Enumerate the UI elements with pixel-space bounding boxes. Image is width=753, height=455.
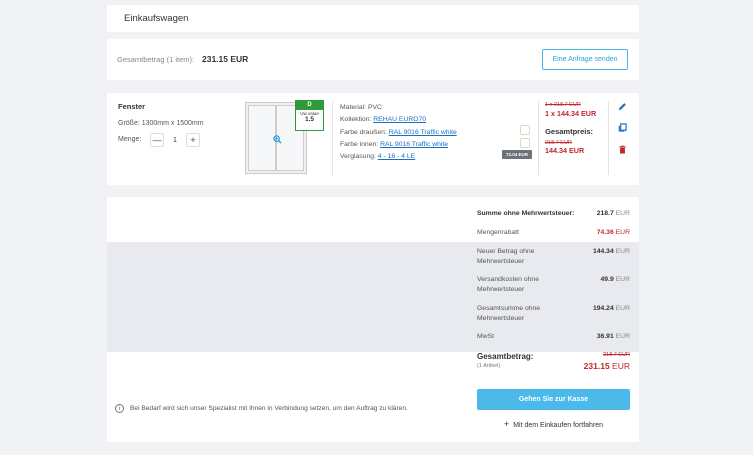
edit-icon[interactable]: [616, 100, 628, 112]
quantity-value[interactable]: 1: [173, 137, 177, 144]
summary-row: Summe ohne Mehrwertsteuer: 218.7 EUR: [477, 210, 630, 217]
page-title: Einkaufswagen: [124, 13, 189, 24]
spec-glazing: Verglasung: 4 - 16 - 4 LE: [340, 153, 416, 161]
grand-total-value: 231.15 EUR: [583, 361, 630, 371]
option-checkbox[interactable]: [520, 125, 530, 135]
item-size: Größe: 1300mm x 1500mm: [118, 120, 204, 127]
grand-total-subtitle: (1 Artikel): [477, 363, 501, 369]
item-specs: Material: PVC Kollektion: REHAU EURO70 F…: [340, 102, 457, 163]
continue-shopping-link[interactable]: + Mit dem Einkaufen fortfahren: [477, 419, 630, 429]
order-summary: Summe ohne Mehrwertsteuer: 218.7 EUR Men…: [107, 197, 639, 442]
summary-row: Gesamtsumme ohne Mehrwertsteuer 194.24 E…: [477, 305, 630, 322]
info-note: i Bei Bedarf wird sich unser Spezialist …: [115, 404, 408, 413]
quantity-label: Menge:: [118, 136, 142, 143]
grand-total-old: 218.7 EUR: [603, 352, 630, 358]
divider: [538, 101, 539, 175]
trash-icon[interactable]: [616, 143, 628, 155]
spec-material: Material: PVC: [340, 104, 382, 111]
total-bar: Gesamtbetrag (1 item): 231.15 EUR Eine A…: [107, 39, 639, 80]
color-inside-link[interactable]: RAL 9016 Traffic white: [380, 141, 448, 148]
summary-row: Versandkosten ohne Mehrwertsteuer 49.9 E…: [477, 276, 630, 293]
color-outside-link[interactable]: RAL 9016 Traffic white: [389, 129, 457, 136]
uw-value: 1.5: [304, 116, 315, 123]
info-icon: i: [115, 404, 124, 413]
quantity-stepper: — 1 +: [150, 133, 200, 147]
quantity-increase-button[interactable]: +: [186, 133, 200, 147]
cart-title-card: Einkaufswagen: [107, 5, 639, 32]
copy-icon[interactable]: [616, 121, 628, 133]
total-value: 231.15 EUR: [202, 54, 249, 64]
send-request-button[interactable]: Eine Anfrage senden: [542, 49, 628, 70]
zoom-in-icon[interactable]: [271, 133, 283, 145]
divider: [608, 101, 609, 175]
total-price-label: Gesamtpreis:: [545, 127, 593, 136]
spec-color-inside: Farbe innen: RAL 9016 Traffic white: [340, 140, 449, 148]
glazing-link[interactable]: 4 - 16 - 4 LE: [378, 153, 415, 160]
divider: [332, 101, 333, 175]
price-tag: 72.04 EUR: [502, 150, 532, 159]
unit-price-new: 1 x 144.34 EUR: [545, 109, 597, 118]
summary-row: Mengenrabatt 74.36 EUR: [477, 229, 630, 236]
cart-item: Fenster Größe: 1300mm x 1500mm Menge: — …: [107, 93, 639, 185]
energy-grade: D: [296, 101, 323, 110]
option-checkbox[interactable]: [520, 138, 530, 148]
summary-row: Neuer Betrag ohne Mehrwertsteuer 144.34 …: [477, 248, 630, 265]
item-name: Fenster: [118, 102, 146, 111]
quantity-decrease-button[interactable]: —: [150, 133, 164, 147]
unit-price-old: 1 x 218.7 EUR: [545, 102, 581, 108]
spec-color-outside: Farbe draußen: RAL 9016 Traffic white: [340, 128, 457, 136]
checkout-button[interactable]: Gehen Sie zur Kasse: [477, 389, 630, 410]
plus-icon: +: [503, 419, 510, 429]
summary-row: MwSt 36.91 EUR: [477, 333, 630, 340]
energy-rating-badge: D Uw value 1.5: [295, 100, 324, 131]
item-price-column: 1 x 218.7 EUR 1 x 144.34 EUR Gesamtpreis…: [545, 102, 596, 155]
grand-total-label: Gesamtbetrag:: [477, 352, 534, 361]
info-text: Bei Bedarf wird sich unser Spezialist mi…: [130, 405, 408, 412]
total-label: Gesamtbetrag (1 item):: [117, 55, 195, 64]
total-price-new: 144.34 EUR: [545, 146, 585, 155]
spec-collection: Kollektion: REHAU EURO70: [340, 116, 427, 124]
collection-link[interactable]: REHAU EURO70: [373, 116, 426, 123]
